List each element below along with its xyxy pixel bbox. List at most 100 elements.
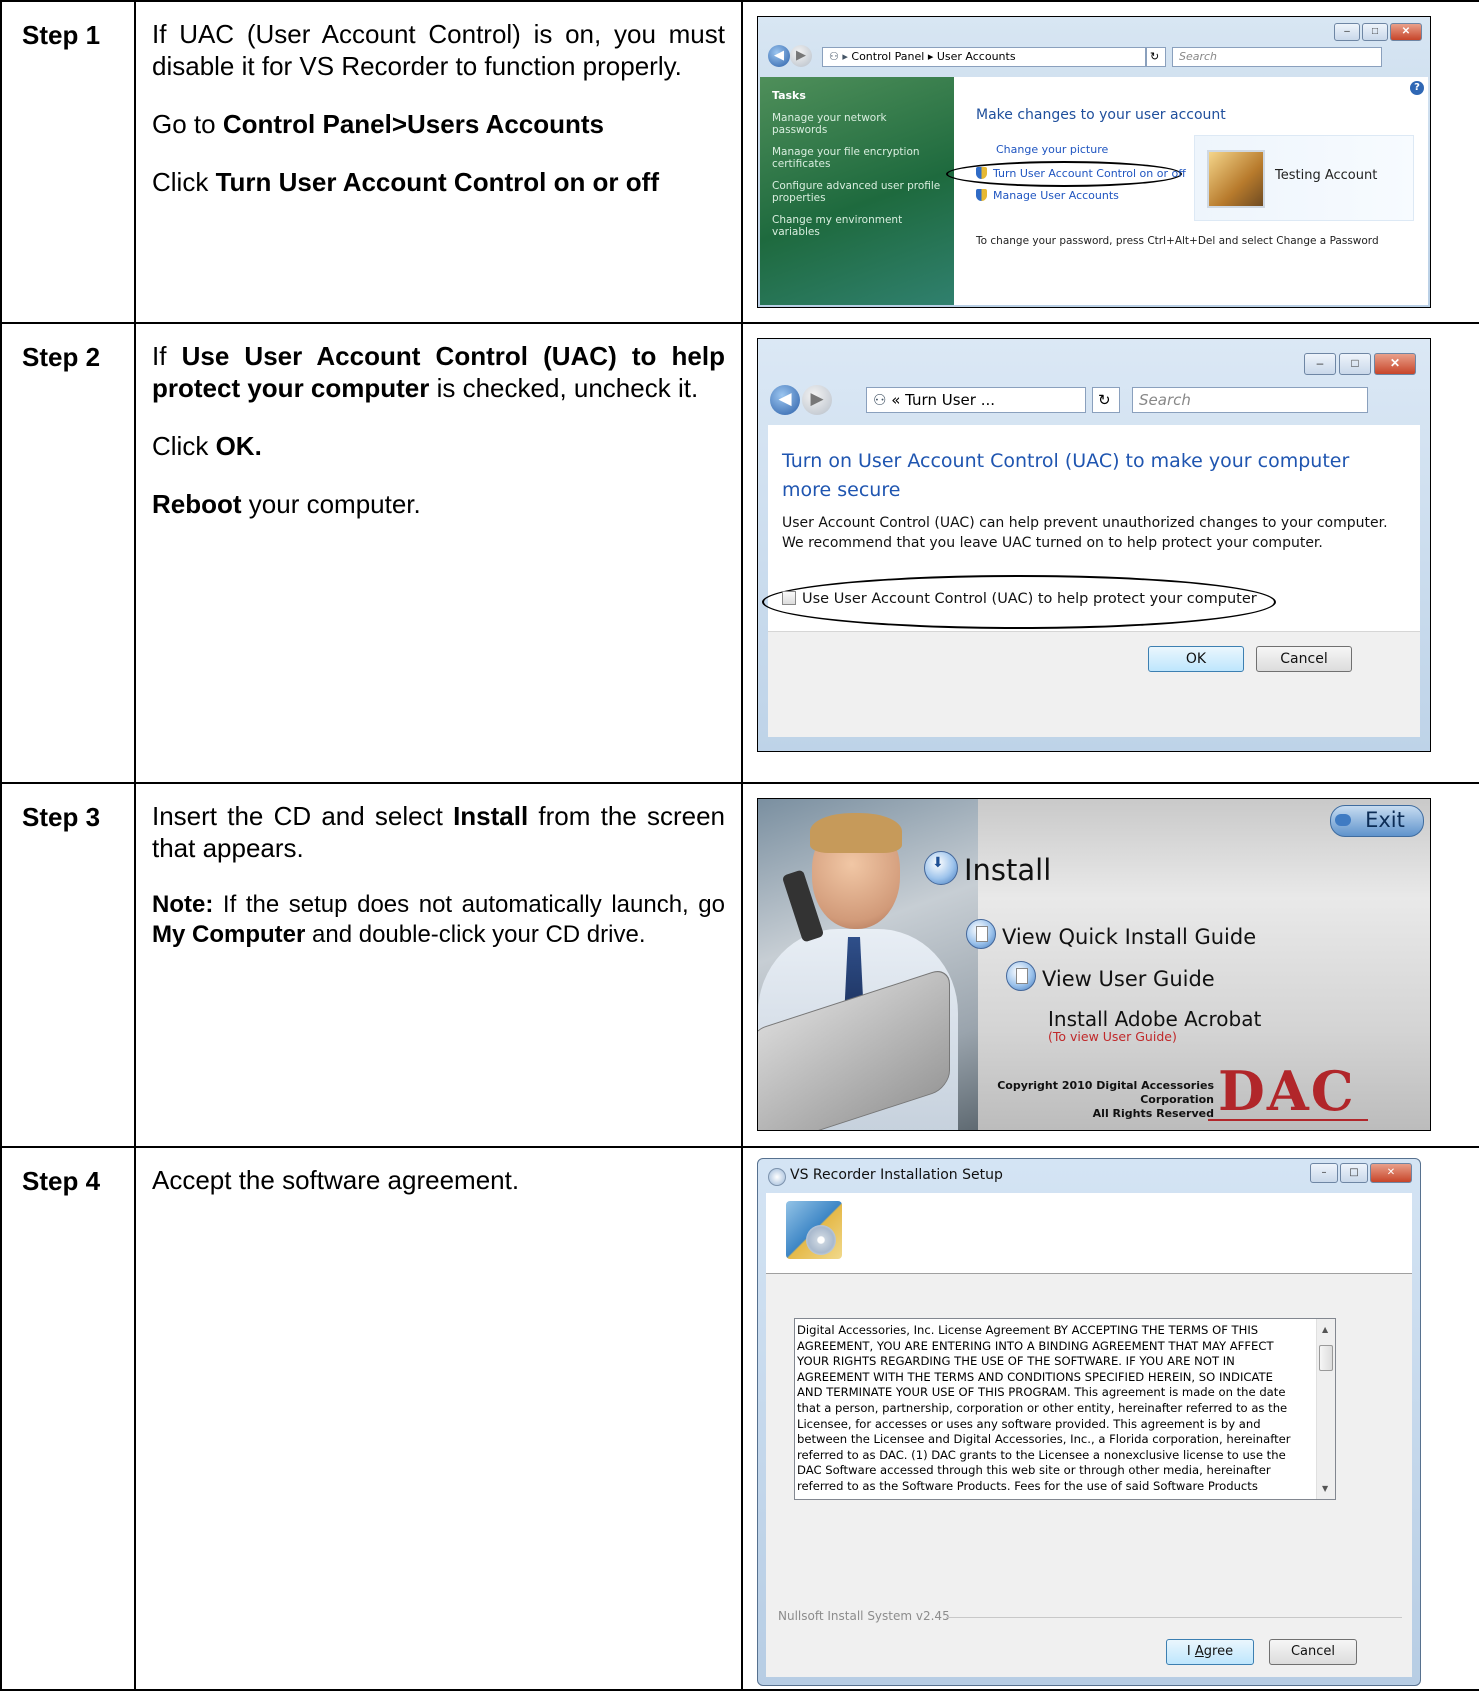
tasks-sidebar: Tasks Manage your network passwords Mana…: [760, 77, 954, 305]
search-input[interactable]: Search: [1132, 387, 1368, 413]
breadcrumb-text: Control Panel ▸ User Accounts: [851, 50, 1016, 63]
user-accounts-panel: ? Make changes to your user account Chan…: [946, 77, 1428, 305]
cd-autorun-screenshot: Exit Install View Quick Install Guide Vi…: [757, 798, 1431, 1131]
step-label-cell: Step 2: [0, 322, 136, 784]
account-tile: Testing Account: [1194, 135, 1414, 221]
text-run: your computer.: [241, 489, 421, 519]
change-picture-link[interactable]: Change your picture: [996, 143, 1108, 156]
installer-screenshot: VS Recorder Installation Setup – □ ✕ Dig…: [757, 1158, 1421, 1686]
step-row: Step 3 Insert the CD and select Install …: [0, 782, 1479, 1148]
step-label: Step 3: [22, 802, 101, 832]
breadcrumb[interactable]: ⚇ ▸ Control Panel ▸ User Accounts: [822, 47, 1146, 67]
license-scrollbar[interactable]: ▲ ▼: [1316, 1319, 1335, 1499]
manage-accounts-link[interactable]: Manage User Accounts: [976, 189, 1119, 202]
close-icon[interactable]: ✕: [1370, 1163, 1412, 1183]
breadcrumb-text: « Turn User ...: [891, 391, 995, 409]
quick-install-guide-link[interactable]: View Quick Install Guide: [966, 919, 1256, 949]
task-link[interactable]: Configure advanced user profile properti…: [772, 180, 942, 204]
close-icon[interactable]: ✕: [1374, 353, 1416, 375]
step-label-cell: Step 1: [0, 0, 136, 324]
ok-button[interactable]: OK: [1148, 646, 1244, 672]
step-screenshot-cell: – □ ✕ ◀ ▶ ⚇ ▸ Control Panel ▸ User Accou…: [741, 0, 1479, 324]
agree-button[interactable]: I Agree: [1166, 1639, 1254, 1665]
download-icon: [924, 851, 958, 885]
task-link[interactable]: Manage your network passwords: [772, 112, 942, 136]
step-label-cell: Step 4: [0, 1146, 136, 1691]
link-label: View User Guide: [1042, 967, 1215, 991]
text-run: Click: [152, 167, 216, 197]
close-icon[interactable]: ✕: [1390, 23, 1422, 41]
step-row: Step 1 If UAC (User Account Control) is …: [0, 0, 1479, 324]
step-label: Step 4: [22, 1166, 101, 1196]
maximize-icon[interactable]: □: [1339, 353, 1371, 375]
forward-icon[interactable]: ▶: [802, 385, 832, 415]
bold-text: OK.: [215, 431, 262, 461]
task-link[interactable]: Change my environment variables: [772, 214, 942, 238]
maximize-icon[interactable]: □: [1340, 1163, 1368, 1183]
button-text: I: [1186, 1644, 1195, 1659]
back-icon[interactable]: ◀: [768, 45, 790, 67]
step-text-cell: If Use User Account Control (UAC) to hel…: [134, 322, 743, 784]
button-text: gree: [1203, 1644, 1234, 1659]
minimize-icon[interactable]: –: [1304, 353, 1336, 375]
installer-header: [766, 1193, 1412, 1274]
step-paragraph: Click Turn User Account Control on or of…: [152, 166, 725, 198]
account-name: Testing Account: [1275, 168, 1378, 183]
text-run: Go to: [152, 109, 223, 139]
uac-toggle-link[interactable]: Turn User Account Control on or off: [976, 167, 1186, 180]
refresh-icon[interactable]: ↻: [1146, 47, 1166, 67]
forward-icon[interactable]: ▶: [790, 45, 812, 67]
user-guide-link[interactable]: View User Guide: [1006, 961, 1215, 991]
uac-checkbox[interactable]: Use User Account Control (UAC) to help p…: [782, 591, 1257, 607]
scroll-down-icon[interactable]: ▼: [1322, 1484, 1328, 1493]
cancel-button[interactable]: Cancel: [1256, 646, 1352, 672]
search-input[interactable]: Search: [1172, 47, 1382, 67]
scrollbar-thumb[interactable]: [1319, 1345, 1333, 1371]
setup-app-icon: [768, 1168, 786, 1186]
checkbox-box[interactable]: [782, 591, 796, 605]
refresh-icon[interactable]: ↻: [1092, 387, 1120, 413]
text-run: Click: [152, 431, 216, 461]
cancel-button[interactable]: Cancel: [1269, 1639, 1357, 1665]
copyright-text: Copyright 2010 Digital Accessories Corpo…: [944, 1079, 1214, 1121]
bold-text: Note:: [152, 891, 214, 918]
exit-button[interactable]: Exit: [1330, 805, 1424, 837]
copyright-line: All Rights Reserved: [1092, 1107, 1214, 1120]
step-text-cell: Insert the CD and select Install from th…: [134, 782, 743, 1148]
minimize-icon[interactable]: –: [1310, 1163, 1338, 1183]
step-paragraph: If Use User Account Control (UAC) to hel…: [152, 340, 725, 404]
license-textbox[interactable]: Digital Accessories, Inc. License Agreem…: [794, 1318, 1336, 1500]
step-paragraph: Go to Control Panel>Users Accounts: [152, 108, 725, 140]
nsis-branding: Nullsoft Install System v2.45: [778, 1609, 950, 1623]
back-icon[interactable]: ◀: [770, 385, 800, 415]
install-button[interactable]: Install: [924, 851, 1051, 887]
text-run: If the setup does not automatically laun…: [213, 891, 725, 918]
breadcrumb[interactable]: ⚇ « Turn User ...: [866, 387, 1086, 413]
step-paragraph: If UAC (User Account Control) is on, you…: [152, 19, 725, 81]
maximize-icon[interactable]: □: [1362, 23, 1388, 41]
step-label-cell: Step 3: [0, 782, 136, 1148]
note-paragraph: Note: If the setup does not automaticall…: [152, 890, 725, 950]
bold-text: Reboot: [152, 489, 242, 519]
divider: [946, 1617, 1402, 1618]
text-run: Insert the CD and select: [152, 801, 454, 831]
bold-text: Control Panel>Users Accounts: [222, 109, 605, 139]
dialog-description: User Account Control (UAC) can help prev…: [782, 515, 1388, 551]
account-picture: [1207, 150, 1265, 208]
text-run: is checked, uncheck it.: [429, 373, 699, 403]
shield-icon: [976, 189, 987, 201]
link-label: View Quick Install Guide: [1002, 925, 1257, 949]
bold-text: My Computer: [152, 921, 306, 948]
help-icon[interactable]: ?: [1410, 81, 1424, 95]
task-link[interactable]: Manage your file encryption certificates: [772, 146, 942, 170]
uac-dialog-body: Turn on User Account Control (UAC) to ma…: [762, 425, 1420, 737]
logo-text: DAC: [1218, 1059, 1356, 1123]
step-screenshot-cell: – □ ✕ ◀ ▶ ⚇ « Turn User ... ↻ Search Tur…: [741, 322, 1479, 784]
install-acrobat-link[interactable]: Install Adobe Acrobat: [1048, 1007, 1261, 1031]
minimize-icon[interactable]: –: [1334, 23, 1360, 41]
password-note: To change your password, press Ctrl+Alt+…: [976, 235, 1379, 247]
step-paragraph: Click OK.: [152, 430, 725, 462]
link-text: Turn User Account Control on or off: [993, 167, 1186, 180]
scroll-up-icon[interactable]: ▲: [1322, 1325, 1328, 1334]
address-bar: ◀ ▶ ⚇ « Turn User ... ↻ Search: [770, 385, 1420, 415]
